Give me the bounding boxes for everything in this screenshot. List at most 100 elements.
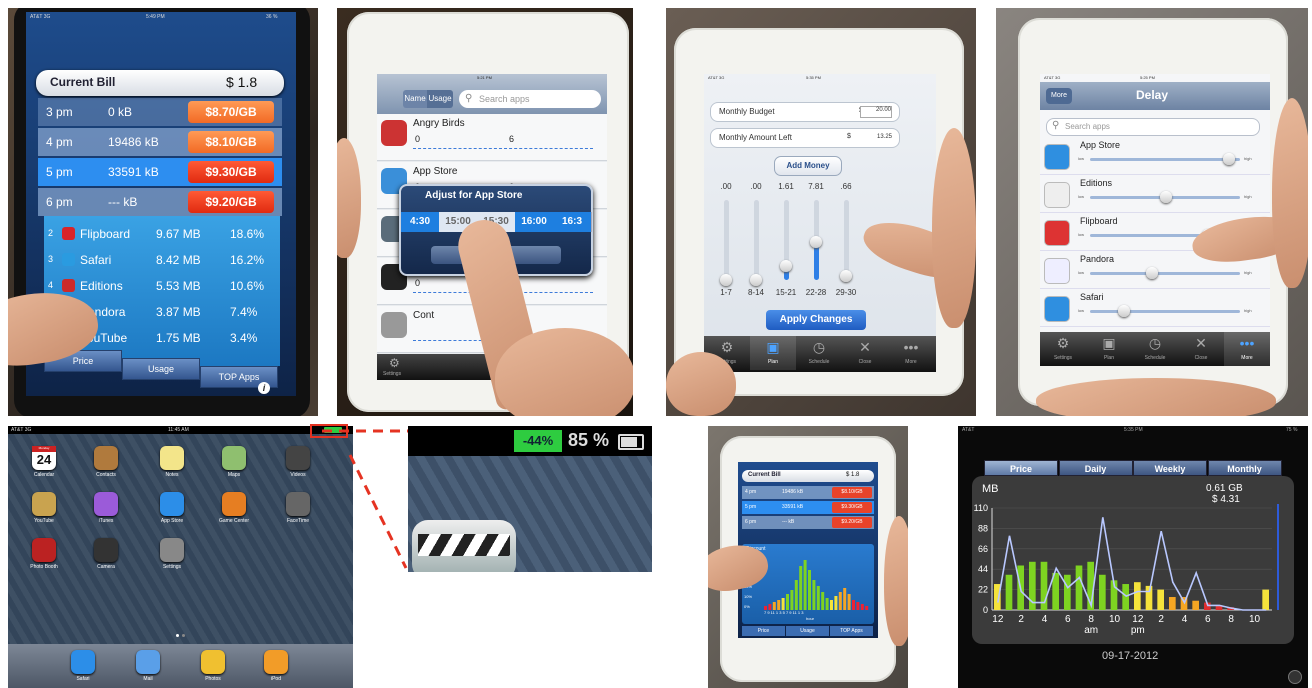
low-label: low (1078, 156, 1085, 161)
maps-app-icon[interactable] (222, 446, 246, 470)
info-icon[interactable]: i (258, 382, 270, 394)
price-badge[interactable]: $9.20/GB (188, 191, 274, 213)
game-center-app-icon[interactable] (222, 492, 246, 516)
price-badge[interactable]: $9.30/GB (188, 161, 274, 183)
search-field[interactable]: ⚲ Search apps (1046, 118, 1260, 136)
calendar-app-icon[interactable]: Monday 24 (32, 446, 56, 470)
tab-top-apps[interactable]: TOP Apps (830, 626, 873, 636)
app-name: Safari (80, 253, 112, 267)
app-row[interactable]: Angry Birds 0 6 (377, 114, 607, 161)
hour-row[interactable]: 5 pm 33591 kB $9.30/GB (38, 158, 282, 186)
tab-schedule[interactable]: ◷ Schedule (1132, 332, 1178, 366)
dock-label: iPod (270, 676, 281, 682)
time-slot[interactable]: 4:30 (401, 212, 440, 232)
videos-app-icon[interactable] (286, 446, 310, 470)
week-slider-knob[interactable] (750, 274, 762, 286)
safari-dock-icon[interactable] (71, 650, 95, 674)
hour-row[interactable]: 4 pm 19486 kB $8.10/GB (38, 128, 282, 156)
tab-schedule[interactable]: ◷ Schedule (796, 336, 842, 370)
status-time: 5:21 PM (477, 75, 492, 80)
hour-row[interactable]: 5 pm 33591 kB $9.30/GB (742, 501, 874, 514)
youtube-app-icon[interactable] (32, 492, 56, 516)
itunes-app-icon[interactable] (94, 492, 118, 516)
x-tick-label: 6 (1065, 614, 1071, 625)
discount-xticks: 7 9 11 1 3 5 7 9 11 1 3 (764, 610, 804, 615)
app-label: Camera (97, 564, 115, 570)
y-tick-label: 44 (978, 564, 988, 574)
corner-button[interactable] (1288, 670, 1302, 684)
notes-app-icon[interactable] (160, 446, 184, 470)
photo-delay-settings: AT&T 3G 5:25 PM More Delay ⚲ Search apps… (996, 8, 1308, 416)
tab-usage[interactable]: Usage (786, 626, 829, 636)
search-field[interactable]: ⚲ Search apps (459, 90, 601, 108)
tab-usage[interactable]: Usage (122, 358, 200, 380)
top-app-row[interactable]: 3 Safari 8.42 MB 16.2% (44, 248, 280, 272)
time-slot[interactable]: 16:00 (515, 212, 554, 232)
popup-title: Adjust for App Store (425, 190, 523, 201)
ipad-home-screen: AT&T 3G 11:45 AM Monday 24 Calendar Contact… (8, 426, 353, 688)
price-badge[interactable]: $8.10/GB (832, 487, 872, 498)
more-back-button[interactable]: More (1046, 88, 1072, 104)
week-slider-knob[interactable] (720, 274, 732, 286)
settings-gear-icon[interactable]: ⚙ (389, 356, 400, 370)
contacts-app-icon[interactable] (94, 446, 118, 470)
apply-changes-button[interactable]: Apply Changes (766, 310, 866, 330)
app-store-app-icon[interactable] (160, 492, 184, 516)
delay-slider-track[interactable] (1090, 272, 1240, 275)
tab-close[interactable]: ✕ Close (1178, 332, 1224, 366)
hour-row[interactable]: 6 pm --- kB $9.20/GB (38, 188, 282, 216)
sort-usage-button[interactable]: Usage (427, 90, 453, 108)
delay-slider-track[interactable] (1090, 158, 1240, 161)
price-badge[interactable]: $9.20/GB (832, 517, 872, 528)
app-label: Photo Booth (30, 564, 58, 570)
settings-app-icon[interactable] (160, 538, 184, 562)
week-slider-knob[interactable] (780, 260, 792, 272)
tab-more[interactable]: ••• More (888, 336, 934, 370)
app-percent: 7.4% (230, 305, 258, 319)
facetime-app-icon[interactable] (286, 492, 310, 516)
week-slider-track[interactable] (724, 200, 729, 280)
discount-bar (865, 606, 869, 610)
price-badge[interactable]: $8.70/GB (188, 101, 274, 123)
price-badge[interactable]: $8.10/GB (188, 131, 274, 153)
budget-label: Monthly Budget (719, 107, 775, 116)
week-slider-knob[interactable] (840, 270, 852, 282)
week-slider-track[interactable] (754, 200, 759, 280)
price-badge[interactable]: $9.30/GB (832, 502, 872, 513)
week-value: .00 (720, 182, 732, 191)
delay-slider-track[interactable] (1090, 310, 1240, 313)
mail-dock-icon[interactable] (136, 650, 160, 674)
range-min: 0 (415, 134, 421, 144)
high-label: high (1244, 270, 1252, 275)
tab-price[interactable]: Price (742, 626, 785, 636)
tab-bar: ⚙Settings▣Plan◷Schedule✕Close•••More (704, 336, 936, 372)
week-slider-knob[interactable] (810, 236, 822, 248)
delay-slider-knob[interactable] (1160, 191, 1172, 203)
ipod-dock-icon[interactable] (264, 650, 288, 674)
delay-slider-knob[interactable] (1223, 153, 1235, 165)
time-slot[interactable]: 16:3 (553, 212, 592, 232)
tab-settings[interactable]: ⚙ Settings (1040, 332, 1086, 366)
tab-plan[interactable]: ▣ Plan (750, 336, 796, 370)
photo-top-apps: AT&T 3G 5:49 PM 36 % Current Bill $ 1.8 … (8, 8, 318, 416)
tab-plan[interactable]: ▣ Plan (1086, 332, 1132, 366)
photos-dock-icon[interactable] (201, 650, 225, 674)
tab-close[interactable]: ✕ Close (842, 336, 888, 370)
add-money-button[interactable]: Add Money (774, 156, 842, 176)
hour-row[interactable]: 3 pm 0 kB $8.70/GB (38, 98, 282, 126)
delay-slider-knob[interactable] (1146, 267, 1158, 279)
pandora-icon (1044, 258, 1070, 284)
hour-row[interactable]: 4 pm 19486 kB $8.10/GB (742, 486, 874, 499)
top-app-row[interactable]: 4 Editions 5.53 MB 10.6% (44, 274, 280, 298)
camera-app-icon[interactable] (94, 538, 118, 562)
photo-booth-app-icon[interactable] (32, 538, 56, 562)
tab-more[interactable]: ••• More (1224, 332, 1270, 366)
sort-name-button[interactable]: Name (403, 90, 427, 108)
hour-row[interactable]: 6 pm --- kB $9.20/GB (742, 516, 874, 529)
delay-slider-knob[interactable] (1118, 305, 1130, 317)
week-slider-track[interactable] (844, 200, 849, 280)
budget-input[interactable]: 20.00 (860, 106, 892, 118)
discount-bar (825, 598, 829, 610)
top-app-row[interactable]: 2 Flipboard 9.67 MB 18.6% (44, 222, 280, 246)
flipboard-icon (1044, 220, 1070, 246)
